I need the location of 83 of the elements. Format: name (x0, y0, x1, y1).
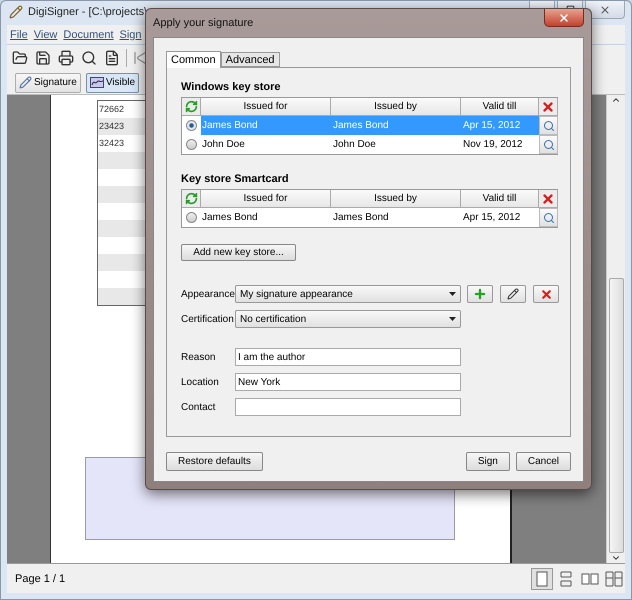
magnifier-icon (542, 138, 554, 150)
column-header: Issued for (201, 190, 331, 208)
toolbar-button[interactable]: Visible (86, 72, 140, 92)
delete-icon (540, 288, 552, 301)
magnifier-icon (542, 120, 554, 132)
tab[interactable]: Advanced (220, 52, 280, 67)
two-continuous-pages-icon (605, 570, 623, 586)
menu-item[interactable]: Sign (120, 28, 142, 40)
restore-defaults-button[interactable]: Restore defaults (166, 452, 263, 471)
table-cell: Nov 19, 2012 (463, 139, 522, 150)
add-button[interactable] (467, 285, 493, 304)
close-icon (558, 12, 570, 24)
input-field[interactable]: New York (235, 373, 461, 391)
dropdown[interactable]: My signature appearance (235, 285, 461, 304)
continuous-pages-icon (559, 570, 573, 586)
view-certificate-button[interactable] (539, 135, 558, 154)
column-header: Issued by (331, 98, 461, 116)
view-certificate-button[interactable] (539, 208, 558, 227)
plus-icon (473, 287, 487, 302)
pen-icon (9, 5, 23, 19)
field-label: Location (181, 376, 220, 388)
table-cell: James Bond (202, 212, 258, 223)
dropdown-value: My signature appearance (240, 288, 353, 300)
view-mode-button[interactable] (531, 568, 553, 590)
table-cell: John Doe (202, 139, 245, 150)
search-icon[interactable] (81, 50, 97, 66)
section-title: Windows key store (181, 81, 282, 93)
close-icon (599, 4, 611, 16)
delete-icon[interactable] (541, 100, 555, 114)
folder-icon[interactable] (12, 50, 28, 66)
refresh-icon[interactable] (184, 100, 198, 113)
radio-button[interactable] (186, 212, 197, 223)
radio-button[interactable] (186, 139, 197, 150)
table-cell: James Bond (333, 212, 389, 223)
column-header: Valid till (461, 190, 539, 208)
close-button[interactable] (544, 9, 584, 27)
dialog-button[interactable]: Cancel (516, 452, 571, 471)
column-header: Valid till (461, 98, 539, 116)
dialog-title: Apply your signature (153, 17, 254, 29)
save-icon[interactable] (35, 50, 51, 66)
toolbar-button[interactable]: Signature (15, 72, 81, 92)
table-cell: Apr 15, 2012 (463, 120, 520, 131)
tab[interactable]: Common (166, 51, 221, 68)
section-title: Key store Smartcard (181, 173, 290, 185)
scrollbar[interactable] (606, 95, 625, 563)
printer-icon[interactable] (58, 50, 74, 66)
page-indicator: Page 1 / 1 (15, 572, 66, 584)
signature-box-icon (90, 77, 104, 88)
menu-item[interactable]: Document (63, 28, 114, 40)
pen-icon (19, 76, 32, 89)
two-pages-icon (581, 570, 599, 586)
field-label: Reason (181, 352, 216, 362)
field-label: Appearance (181, 288, 235, 300)
table-cell: James Bond (333, 120, 389, 131)
input-field[interactable] (235, 398, 461, 416)
scroll-thumb[interactable] (608, 278, 624, 553)
delete-button[interactable] (533, 285, 559, 304)
add-key-store-button[interactable]: Add new key store... (181, 244, 296, 262)
radio-button[interactable] (186, 120, 197, 131)
single-page-icon (535, 570, 549, 586)
column-header: Issued for (201, 98, 331, 116)
refresh-icon[interactable] (184, 192, 198, 205)
magnifier-icon (542, 212, 554, 224)
dialog-button[interactable]: Sign (466, 452, 510, 471)
dropdown-value: No certification (240, 314, 306, 325)
menu-item[interactable]: File (10, 28, 28, 40)
window-title: DigiSigner - [C:\projects\ (28, 6, 148, 18)
edit-button[interactable] (500, 285, 526, 304)
caret-icon (449, 317, 456, 322)
view-certificate-button[interactable] (539, 116, 558, 135)
pencil-icon (507, 288, 519, 300)
table-cell: Apr 15, 2012 (463, 212, 520, 223)
field-label: Certification (181, 314, 235, 325)
column-header: Issued by (331, 190, 461, 208)
input-field[interactable]: I am the author (235, 348, 461, 366)
table-cell: John Doe (333, 139, 376, 150)
field-label: Contact (181, 402, 216, 412)
page-icon[interactable] (104, 50, 120, 66)
menu-item[interactable]: View (34, 28, 58, 40)
caret-icon (449, 292, 456, 296)
delete-icon[interactable] (541, 192, 555, 206)
dropdown[interactable]: No certification (235, 310, 461, 328)
close-button[interactable] (585, 1, 625, 19)
